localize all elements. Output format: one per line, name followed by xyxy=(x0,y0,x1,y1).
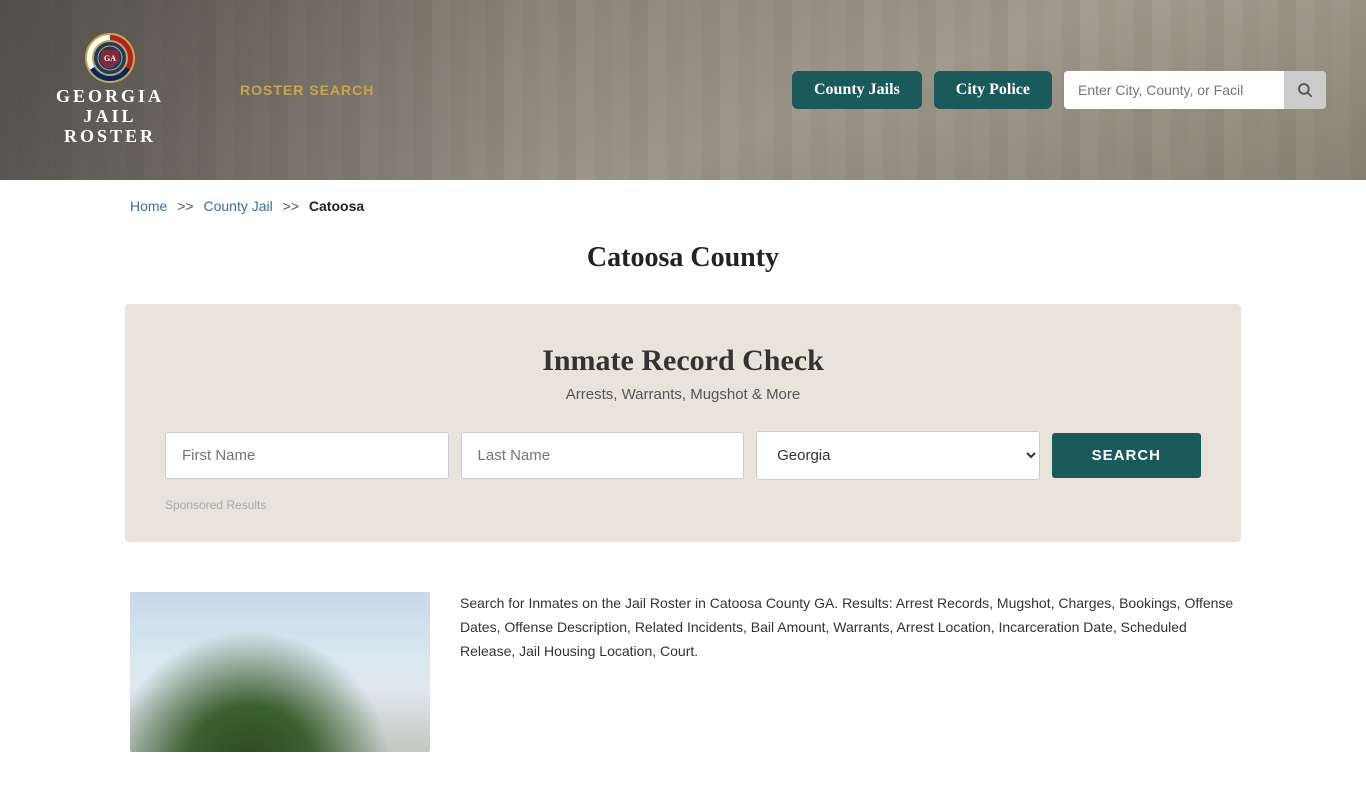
state-seal-icon: GA xyxy=(85,33,135,83)
breadcrumb-current: Catoosa xyxy=(309,198,364,214)
record-check-subtitle: Arrests, Warrants, Mugshot & More xyxy=(165,386,1201,403)
first-name-input[interactable] xyxy=(165,432,449,479)
bottom-section: Search for Inmates on the Jail Roster in… xyxy=(0,572,1366,792)
county-jails-button[interactable]: County Jails xyxy=(792,71,922,109)
breadcrumb-home[interactable]: Home xyxy=(130,198,167,214)
header-search-button[interactable] xyxy=(1284,71,1326,109)
page-title-area: Catoosa County xyxy=(0,232,1366,304)
roster-search-link[interactable]: ROSTER SEARCH xyxy=(240,82,374,98)
logo-jail: JAIL xyxy=(83,107,136,127)
breadcrumb: Home >> County Jail >> Catoosa xyxy=(0,180,1366,232)
breadcrumb-county-jail[interactable]: County Jail xyxy=(204,198,273,214)
location-image xyxy=(130,592,430,752)
record-search-button[interactable]: SEARCH xyxy=(1052,433,1201,478)
header-search-input[interactable] xyxy=(1064,72,1284,108)
location-image-inner xyxy=(130,592,430,752)
site-header: GA GEORGIA JAIL ROSTER ROSTER SEARCH Cou… xyxy=(0,0,1366,180)
site-logo[interactable]: GA GEORGIA JAIL ROSTER xyxy=(40,33,180,146)
sponsored-label: Sponsored Results xyxy=(165,498,1201,512)
breadcrumb-sep-2: >> xyxy=(283,198,299,214)
logo-roster: ROSTER xyxy=(64,127,156,147)
county-description: Search for Inmates on the Jail Roster in… xyxy=(460,592,1236,663)
breadcrumb-sep-1: >> xyxy=(177,198,193,214)
main-nav: ROSTER SEARCH xyxy=(240,82,374,98)
last-name-input[interactable] xyxy=(461,432,745,479)
header-right: County Jails City Police xyxy=(792,71,1326,109)
page-title: Catoosa County xyxy=(0,242,1366,274)
svg-text:GA: GA xyxy=(104,54,116,63)
city-police-button[interactable]: City Police xyxy=(934,71,1052,109)
search-icon xyxy=(1296,81,1314,99)
inmate-record-check-section: Inmate Record Check Arrests, Warrants, M… xyxy=(125,304,1241,542)
logo-georgia: GEORGIA xyxy=(56,87,164,107)
record-check-title: Inmate Record Check xyxy=(165,344,1201,378)
state-select[interactable]: AlabamaAlaskaArizonaArkansasCaliforniaCo… xyxy=(756,431,1040,480)
record-check-form: AlabamaAlaskaArizonaArkansasCaliforniaCo… xyxy=(165,431,1201,480)
header-search-bar xyxy=(1064,71,1326,109)
